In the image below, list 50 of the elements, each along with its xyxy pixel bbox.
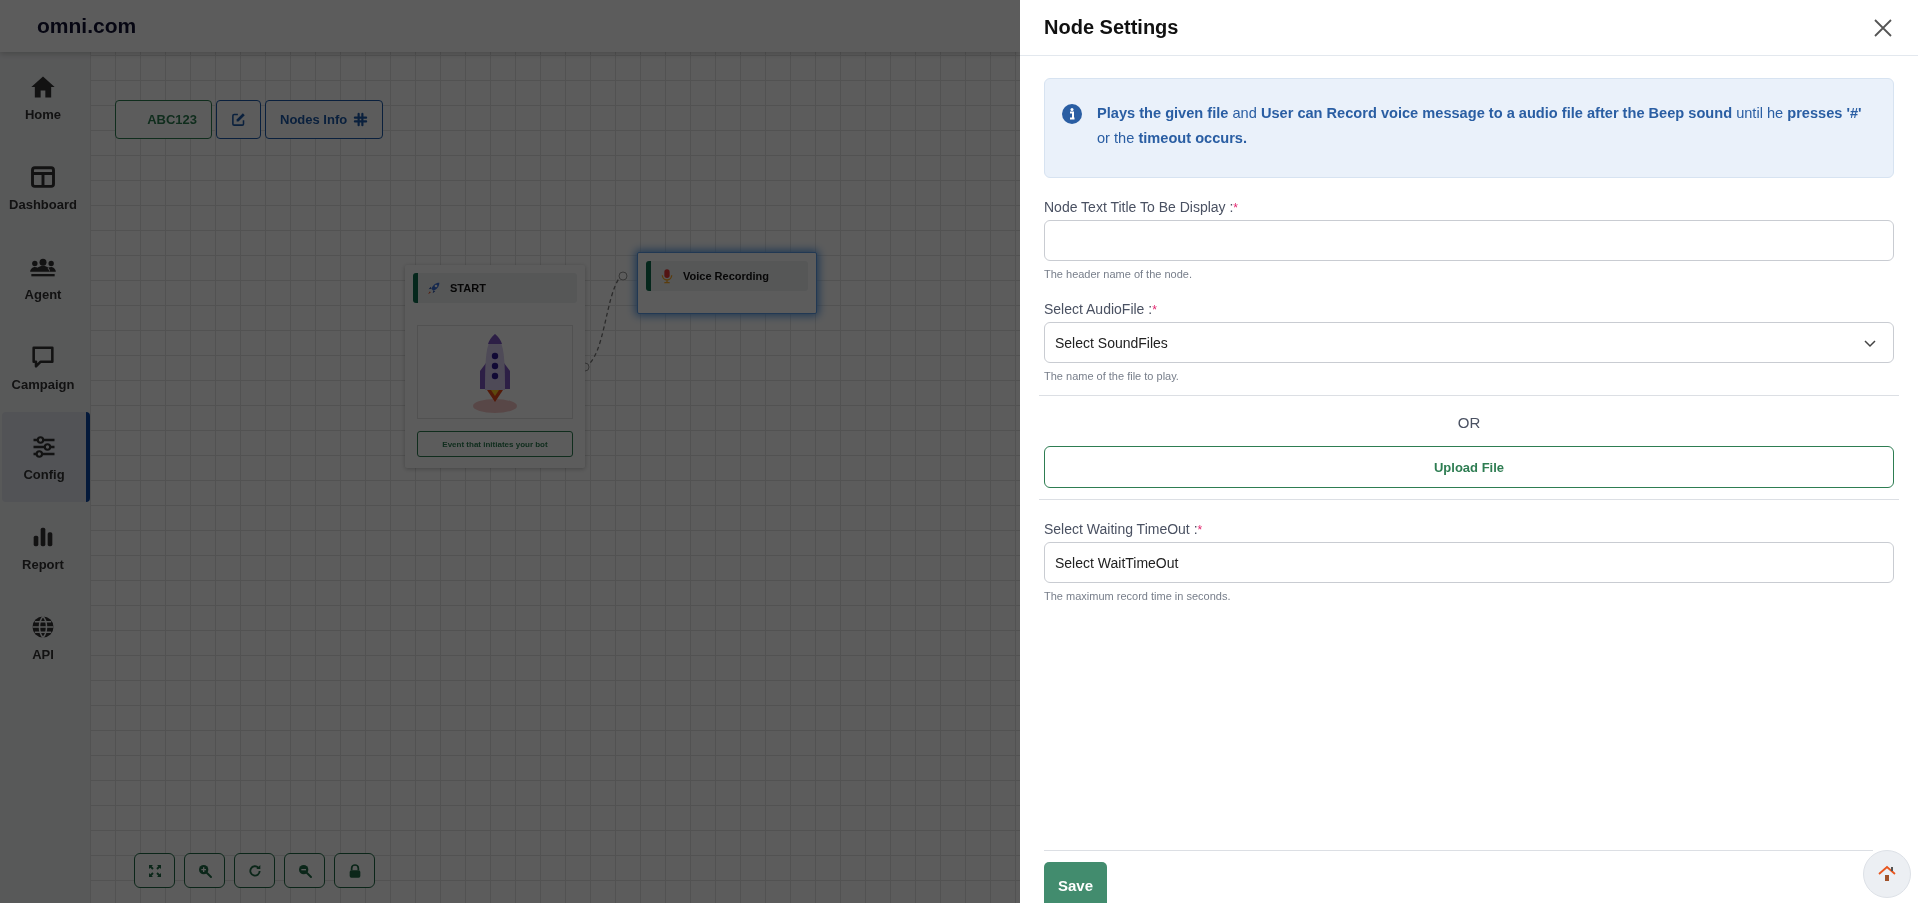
edit-button[interactable] xyxy=(216,100,261,139)
text-field[interactable]: Select WaitTimeOut xyxy=(1044,542,1894,583)
house-icon xyxy=(1877,864,1897,884)
microphone-icon xyxy=(659,268,675,284)
expand-button[interactable] xyxy=(134,853,175,888)
sidebar-item[interactable]: Campaign xyxy=(0,322,90,412)
text-field[interactable] xyxy=(1044,220,1894,261)
info-text: Plays the given file and User can Record voice message to a audio file after the Beep sound until he presses '#' or the timeout occurs. xyxy=(1097,104,1863,148)
field-label: Select Waiting TimeOut :* xyxy=(1044,521,1204,537)
or-separator: OR xyxy=(1039,395,1899,431)
sidebar-item[interactable]: Home xyxy=(0,52,90,142)
field-label: Select AudioFile :* xyxy=(1044,301,1158,317)
node-caption: Event that initiates your bot xyxy=(417,431,573,457)
sidebar-item[interactable]: Report xyxy=(0,502,90,592)
close-icon xyxy=(1872,16,1894,39)
field-hint: The header name of the node. xyxy=(1044,268,1193,280)
node-title: START xyxy=(450,282,486,294)
required-mark: * xyxy=(1233,201,1239,215)
edit-icon xyxy=(231,112,246,127)
lock-button[interactable] xyxy=(334,853,375,888)
sidebar-item[interactable]: API xyxy=(0,592,90,682)
zoom-in-icon xyxy=(196,862,213,879)
info-icon xyxy=(1061,103,1083,125)
redo-button[interactable] xyxy=(234,853,275,888)
flow-name-button[interactable]: ABC123 xyxy=(115,100,212,139)
redo-icon xyxy=(246,862,263,879)
panel-title: Node Settings xyxy=(1044,16,1179,39)
zoom-in-button[interactable] xyxy=(184,853,225,888)
sidebar-item[interactable]: Config xyxy=(2,412,90,502)
upload-button[interactable]: Upload File xyxy=(1044,446,1894,488)
hash-icon xyxy=(353,112,369,127)
nodes-info-button[interactable]: Nodes Info xyxy=(265,100,384,139)
select-field[interactable]: Select SoundFiles xyxy=(1044,322,1894,363)
close-button[interactable] xyxy=(1872,16,1894,39)
field-hint: The name of the file to play. xyxy=(1044,370,1180,382)
expand-icon xyxy=(146,862,163,879)
field-label: Node Text Title To Be Display :* xyxy=(1044,199,1240,215)
sidebar-item[interactable]: Dashboard xyxy=(0,142,90,232)
zoom-out-button[interactable] xyxy=(284,853,325,888)
voice-recording-node[interactable]: Voice Recording xyxy=(637,252,817,314)
sidebar-item[interactable]: Agent xyxy=(0,232,90,322)
field-hint: The maximum record time in seconds. xyxy=(1044,590,1232,602)
rocket-icon xyxy=(426,280,442,296)
home-button[interactable] xyxy=(1863,850,1911,898)
save-button[interactable]: Save xyxy=(1044,862,1108,903)
zoom-out-icon xyxy=(296,862,313,879)
brand-logo: omni.com xyxy=(37,14,137,38)
start-node[interactable]: START Event that initiates your bot xyxy=(405,265,585,468)
required-mark: * xyxy=(1152,303,1157,317)
node-title: Voice Recording xyxy=(683,270,769,282)
